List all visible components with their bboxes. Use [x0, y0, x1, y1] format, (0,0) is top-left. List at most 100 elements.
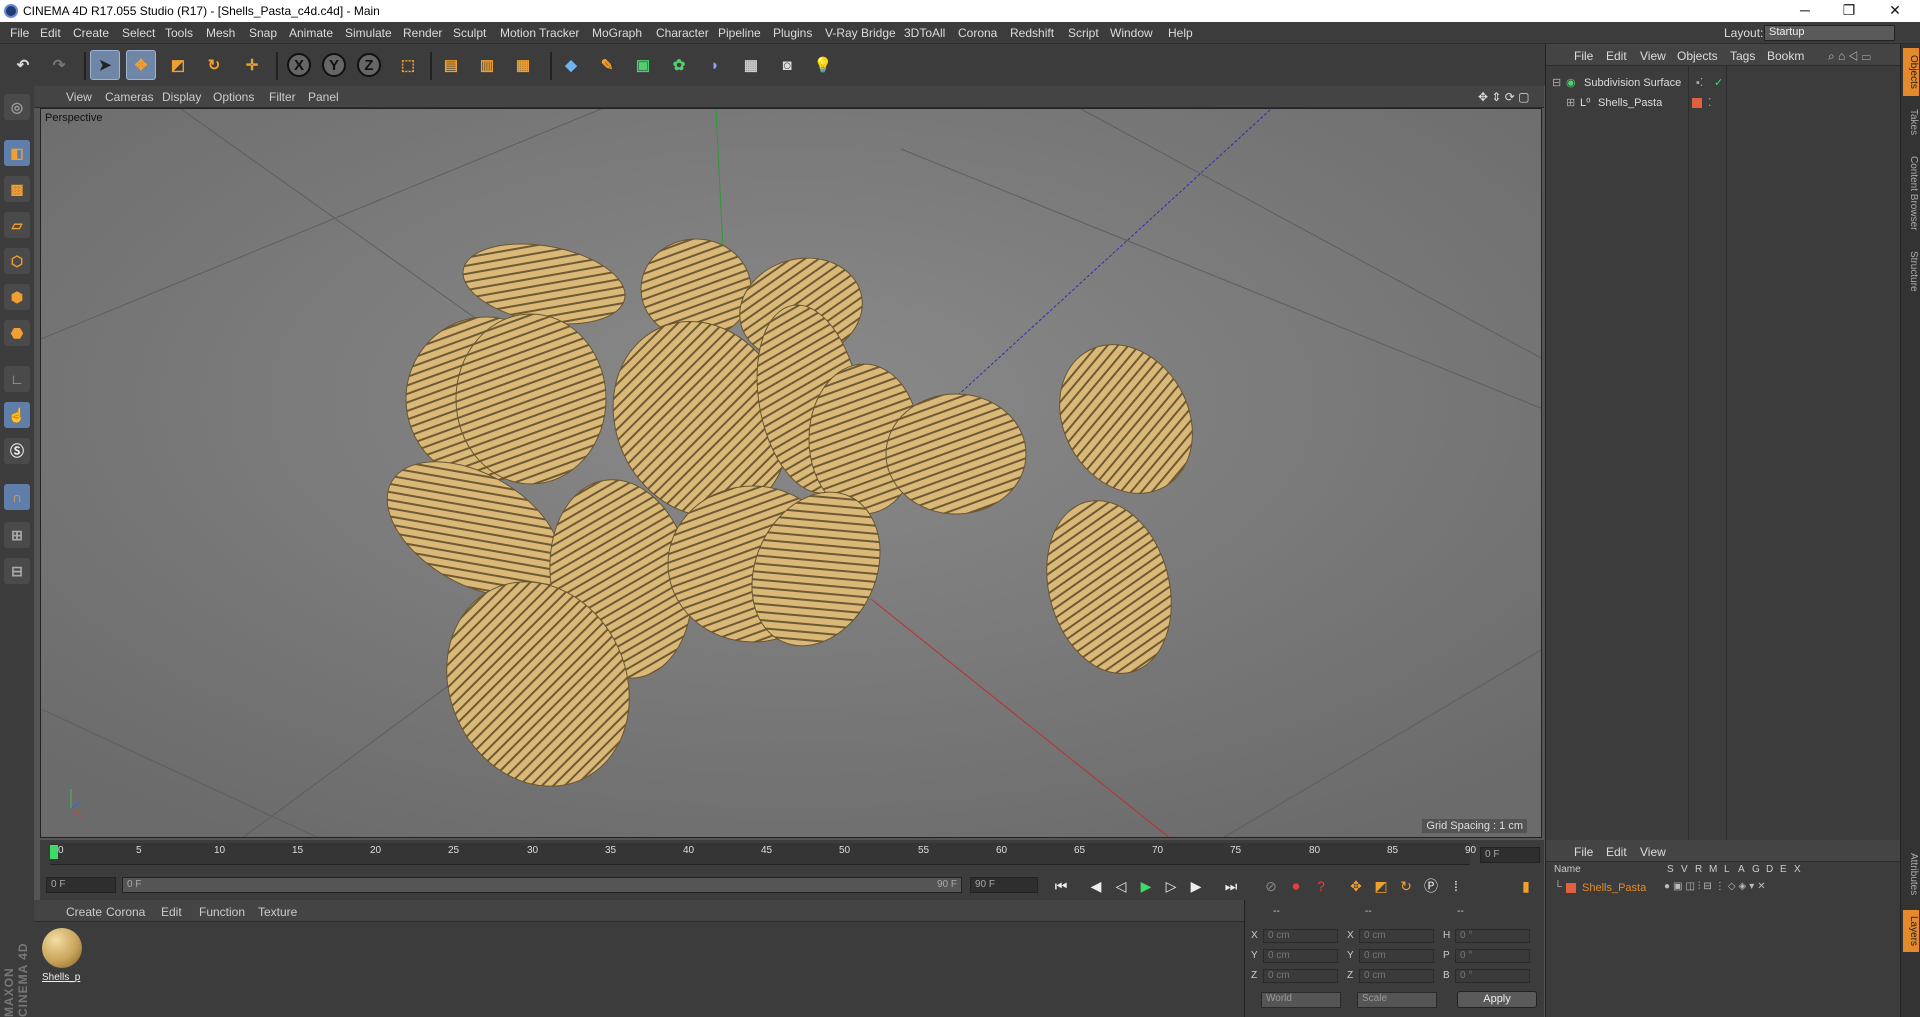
- menu-motion-tracker[interactable]: Motion Tracker: [500, 26, 579, 40]
- menu-mesh[interactable]: Mesh: [206, 26, 235, 40]
- material-menu-function[interactable]: Function: [199, 905, 245, 919]
- go-to-end-icon[interactable]: ⏭: [1220, 876, 1242, 896]
- points-mode-icon[interactable]: ⬡: [4, 248, 30, 274]
- current-frame-field[interactable]: 0 F: [1480, 847, 1540, 863]
- spline-pen-icon[interactable]: ✎: [592, 50, 622, 80]
- key-parameter-icon[interactable]: Ⓟ: [1420, 876, 1442, 896]
- rotation-p-field[interactable]: 0 °: [1455, 949, 1530, 963]
- menu-select[interactable]: Select: [122, 26, 155, 40]
- material-menu-corona[interactable]: Corona: [106, 905, 145, 919]
- menu-edit[interactable]: Edit: [40, 26, 61, 40]
- material-swatch[interactable]: [42, 928, 82, 968]
- key-position-icon[interactable]: ✥: [1345, 876, 1367, 896]
- material-menu-edit[interactable]: Edit: [161, 905, 182, 919]
- previous-key-icon[interactable]: ◀: [1085, 876, 1107, 896]
- key-rotation-icon[interactable]: ↻: [1395, 876, 1417, 896]
- restore-button[interactable]: ❐: [1834, 2, 1864, 19]
- viewport-menu-options[interactable]: Options: [213, 90, 254, 104]
- record-disabled-icon[interactable]: ⊘: [1260, 876, 1282, 896]
- object-search-icon[interactable]: ⌕ ⌂ ◁ ▭: [1828, 49, 1871, 64]
- coordinate-mode-dropdown[interactable]: World: [1261, 992, 1341, 1008]
- menu-plugins[interactable]: Plugins: [773, 26, 812, 40]
- timeline-window-icon[interactable]: ▮: [1515, 876, 1537, 896]
- tab-attributes[interactable]: Attributes: [1903, 844, 1919, 904]
- solo-mode-icon[interactable]: Ⓢ: [4, 438, 30, 464]
- frame-range-slider[interactable]: 0 F 90 F: [122, 877, 962, 893]
- next-key-icon[interactable]: ▶: [1185, 876, 1207, 896]
- transform-tool-icon[interactable]: ✛: [237, 50, 267, 80]
- floor-icon[interactable]: ▦: [736, 50, 766, 80]
- viewport-menu-display[interactable]: Display: [162, 90, 201, 104]
- object-menu-bookmarks[interactable]: Bookm: [1767, 49, 1804, 63]
- scale-tool-icon[interactable]: ◩: [163, 50, 193, 80]
- 3d-viewport[interactable]: Perspective Grid Spacing : 1 cm: [40, 108, 1542, 838]
- undo-icon[interactable]: ↶: [8, 50, 38, 80]
- axis-mode-icon[interactable]: ∟: [4, 366, 30, 392]
- menu-pipeline[interactable]: Pipeline: [718, 26, 761, 40]
- next-frame-icon[interactable]: ▷: [1160, 876, 1182, 896]
- visibility-dots-icon[interactable]: ▪⁚: [1696, 76, 1703, 89]
- size-z-field[interactable]: 0 cm: [1359, 969, 1434, 983]
- menu-create[interactable]: Create: [73, 26, 109, 40]
- layer-name[interactable]: Shells_Pasta: [1582, 882, 1646, 894]
- layer-row-shells-pasta[interactable]: └ Shells_Pasta ●▣◫⫶⊟⋮◇◈▾✕: [1546, 880, 1901, 898]
- object-menu-file[interactable]: File: [1574, 49, 1593, 63]
- z-axis-lock-icon[interactable]: Z: [357, 53, 381, 77]
- texture-mode-icon[interactable]: ▩: [4, 176, 30, 202]
- coordinate-system-icon[interactable]: ⬚: [393, 50, 423, 80]
- workplane-icon[interactable]: ▱: [4, 212, 30, 238]
- collapse-icon[interactable]: ⊟: [1552, 76, 1561, 89]
- menu-help[interactable]: Help: [1168, 26, 1193, 40]
- size-x-field[interactable]: 0 cm: [1359, 929, 1434, 943]
- object-menu-view[interactable]: View: [1640, 49, 1666, 63]
- play-icon[interactable]: ▶: [1135, 876, 1157, 896]
- menu-character[interactable]: Character: [656, 26, 709, 40]
- make-editable-icon[interactable]: ◎: [4, 94, 30, 120]
- layer-menu-file[interactable]: File: [1574, 845, 1593, 859]
- start-frame-field[interactable]: 0 F: [46, 877, 116, 893]
- layer-color-swatch[interactable]: [1692, 98, 1702, 108]
- visibility-dots-icon[interactable]: ⁚: [1708, 96, 1712, 109]
- object-row-shells-pasta[interactable]: ⊞ L⁰ Shells_Pasta ⁚: [1546, 95, 1901, 113]
- rotate-tool-icon[interactable]: ↻: [199, 50, 229, 80]
- layer-menu-view[interactable]: View: [1640, 845, 1666, 859]
- rotation-h-field[interactable]: 0 °: [1455, 929, 1530, 943]
- key-scale-icon[interactable]: ◩: [1370, 876, 1392, 896]
- y-axis-lock-icon[interactable]: Y: [322, 53, 346, 77]
- menu-file[interactable]: File: [10, 26, 29, 40]
- rotation-b-field[interactable]: 0 °: [1455, 969, 1530, 983]
- object-name[interactable]: Shells_Pasta: [1598, 97, 1662, 109]
- deformer-icon[interactable]: ◗: [700, 50, 730, 80]
- light-icon[interactable]: 💡: [808, 50, 838, 80]
- render-view-icon[interactable]: ▤: [436, 50, 466, 80]
- apply-button[interactable]: Apply: [1457, 991, 1537, 1008]
- timeline[interactable]: 0 5 10 15 20 25 30 35 40 45 50 55 60 65 …: [40, 840, 1544, 870]
- playhead[interactable]: [50, 845, 58, 859]
- enabled-check-icon[interactable]: ✓: [1714, 76, 1723, 89]
- object-menu-tags[interactable]: Tags: [1730, 49, 1755, 63]
- object-name[interactable]: Subdivision Surface: [1584, 77, 1681, 89]
- planar-workplane-icon[interactable]: ⊟: [4, 558, 30, 584]
- viewport-menu-view[interactable]: View: [66, 90, 92, 104]
- snap-magnet-icon[interactable]: ∩: [4, 484, 30, 510]
- tab-takes[interactable]: Takes: [1903, 102, 1919, 142]
- subdivision-icon[interactable]: ▣: [628, 50, 658, 80]
- cloner-icon[interactable]: ✿: [664, 50, 694, 80]
- material-menu-create[interactable]: Create: [66, 905, 102, 919]
- move-tool-icon[interactable]: ✥: [126, 50, 156, 80]
- layout-dropdown[interactable]: Startup: [1764, 25, 1895, 41]
- menu-render[interactable]: Render: [403, 26, 442, 40]
- x-axis-lock-icon[interactable]: X: [287, 53, 311, 77]
- viewport-menu-filter[interactable]: Filter: [269, 90, 296, 104]
- previous-frame-icon[interactable]: ◁: [1110, 876, 1132, 896]
- menu-redshift[interactable]: Redshift: [1010, 26, 1054, 40]
- menu-simulate[interactable]: Simulate: [345, 26, 392, 40]
- expand-icon[interactable]: ⊞: [1566, 96, 1575, 109]
- menu-tools[interactable]: Tools: [165, 26, 193, 40]
- record-active-icon[interactable]: ⏺: [1285, 876, 1307, 896]
- tab-content-browser[interactable]: Content Browser: [1903, 148, 1919, 238]
- live-selection-icon[interactable]: ➤: [90, 50, 120, 80]
- object-menu-objects[interactable]: Objects: [1677, 49, 1718, 63]
- menu-corona[interactable]: Corona: [958, 26, 997, 40]
- timeline-ruler[interactable]: 0 5 10 15 20 25 30 35 40 45 50 55 60 65 …: [50, 843, 1476, 865]
